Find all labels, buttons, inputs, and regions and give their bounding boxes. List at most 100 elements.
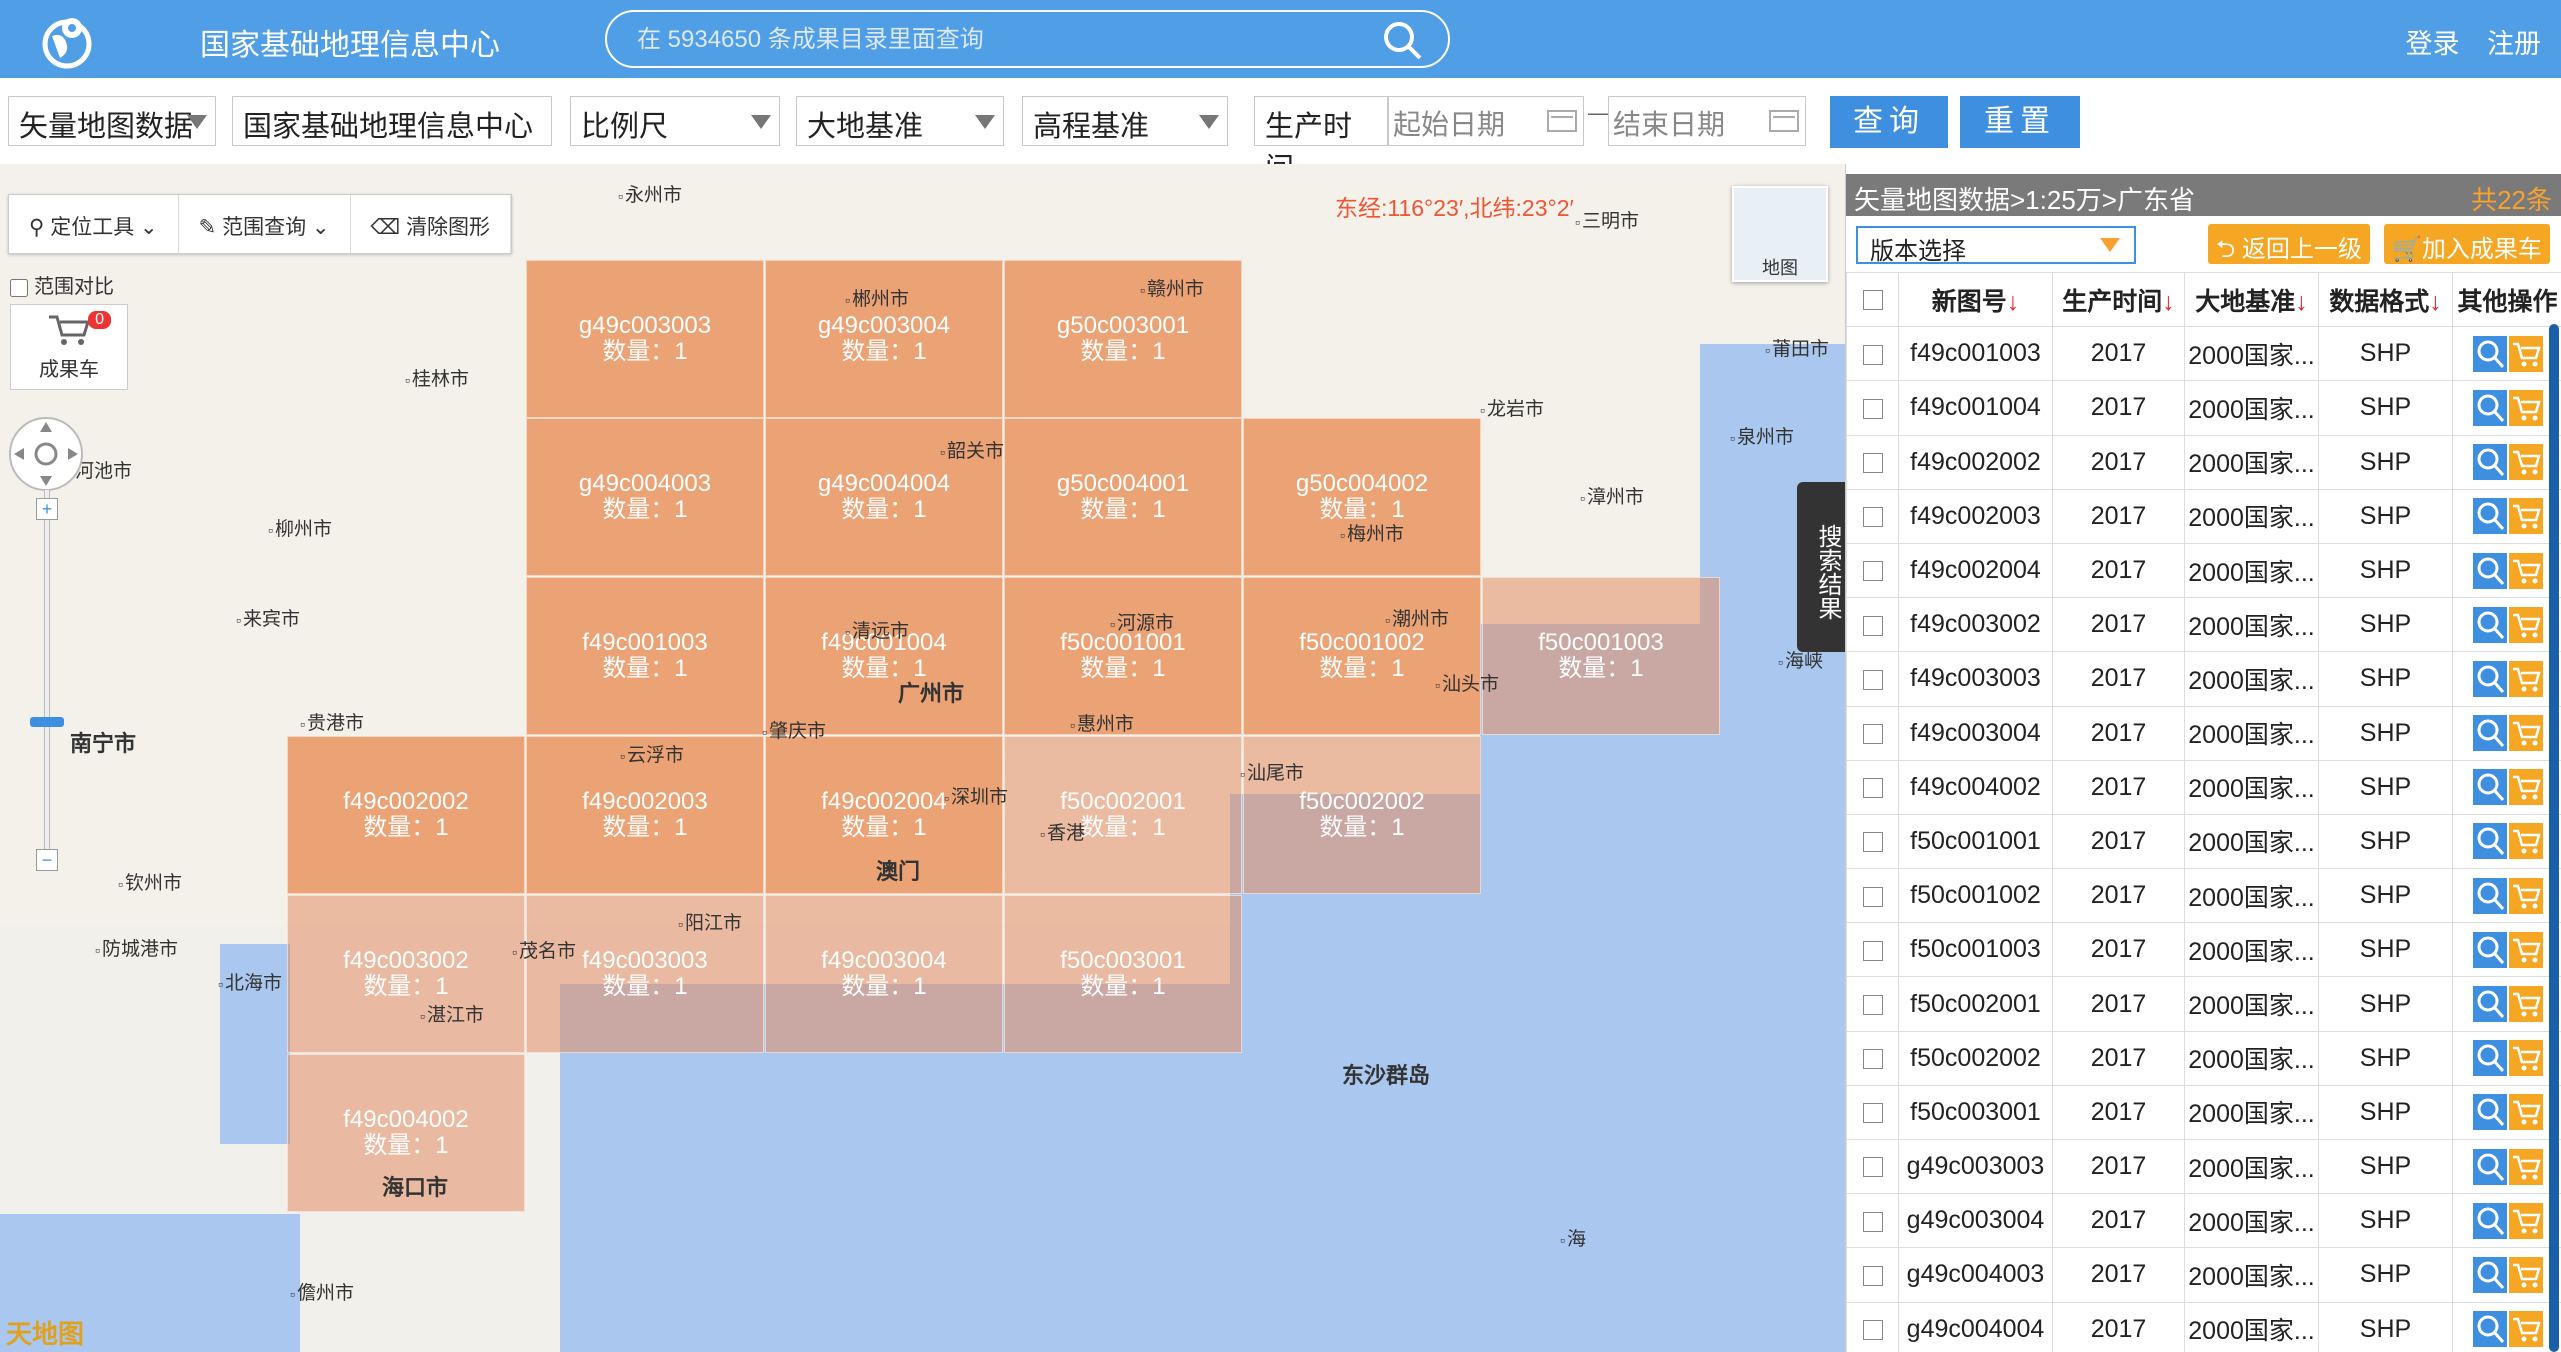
map-tile[interactable]: f49c003004 数量：1 (765, 895, 1003, 1053)
row-checkbox[interactable] (1862, 615, 1883, 636)
data-type-select[interactable]: 矢量地图数据 (8, 96, 216, 146)
zoom-in-icon[interactable]: + (36, 498, 58, 520)
row-checkbox[interactable] (1862, 886, 1883, 907)
row-select-cell[interactable] (1846, 542, 1899, 599)
map-tile[interactable]: f49c003002 数量：1 (287, 895, 525, 1053)
row-select-cell[interactable] (1846, 759, 1899, 815)
table-row[interactable]: f49c003003 2017 2000国家... SHP (1846, 651, 2561, 707)
magnifier-icon[interactable] (2472, 660, 2507, 697)
row-select-cell[interactable] (1846, 705, 1899, 761)
map-tile[interactable]: g50c004002 数量：1 (1243, 418, 1481, 576)
row-select-cell[interactable] (1846, 488, 1899, 544)
magnifier-icon[interactable] (2472, 1148, 2507, 1185)
search-results-tab[interactable]: 搜索结果 (1797, 482, 1845, 652)
row-select-cell[interactable] (1846, 813, 1899, 870)
globe-pin-logo-icon[interactable] (38, 12, 96, 70)
range-compare-checkbox[interactable] (10, 278, 28, 297)
row-checkbox[interactable] (1862, 778, 1883, 799)
row-checkbox[interactable] (1862, 453, 1883, 474)
select-all-cell[interactable] (1846, 271, 1899, 328)
range-query-button[interactable]: ✎ 范围查询 ⌄ (179, 195, 351, 253)
table-row[interactable]: g49c004003 2017 2000国家... SHP (1846, 1247, 2561, 1303)
row-select-cell[interactable] (1846, 922, 1899, 978)
zoom-slider-handle[interactable] (30, 717, 64, 727)
table-row[interactable]: f50c002001 2017 2000国家... SHP (1846, 976, 2561, 1032)
cart-icon[interactable] (2508, 1311, 2543, 1348)
map-tile[interactable]: f49c002002 数量：1 (287, 736, 525, 894)
row-select-cell[interactable] (1846, 434, 1899, 490)
row-select-cell[interactable] (1846, 597, 1899, 653)
geodetic-datum-select[interactable]: 大地基准 (796, 96, 1004, 146)
search-icon[interactable] (1380, 18, 1424, 62)
cart-icon[interactable] (2508, 444, 2543, 481)
row-select-cell[interactable] (1846, 380, 1899, 436)
magnifier-icon[interactable] (2472, 1202, 2507, 1239)
map-viewport[interactable]: g49c003003 数量：1 g49c003004 数量：1 g50c003001… (0, 164, 1845, 1352)
scale-select[interactable]: 比例尺 (570, 96, 780, 146)
elevation-datum-select[interactable]: 高程基准 (1022, 96, 1228, 146)
magnifier-icon[interactable] (2472, 877, 2507, 914)
cart-icon[interactable] (2508, 389, 2543, 426)
table-row[interactable]: g49c003004 2017 2000国家... SHP (1846, 1193, 2561, 1249)
row-select-cell[interactable] (1846, 1030, 1899, 1086)
row-checkbox[interactable] (1862, 832, 1883, 853)
map-tile[interactable]: g49c004003 数量：1 (526, 418, 764, 576)
magnifier-icon[interactable] (2472, 769, 2507, 806)
cart-icon[interactable] (2508, 552, 2543, 589)
table-row[interactable]: f49c003002 2017 2000国家... SHP (1846, 597, 2561, 653)
results-cart-button[interactable]: 0 成果车 (10, 304, 128, 390)
calendar-icon[interactable] (1547, 110, 1577, 132)
map-tile[interactable]: g49c003003 数量：1 (526, 260, 764, 418)
row-select-cell[interactable] (1846, 868, 1899, 924)
table-row[interactable]: f49c003004 2017 2000国家... SHP (1846, 705, 2561, 761)
row-checkbox[interactable] (1862, 344, 1883, 365)
row-select-cell[interactable] (1846, 1193, 1899, 1249)
cart-icon[interactable] (2508, 986, 2543, 1023)
magnifier-icon[interactable] (2472, 1040, 2507, 1077)
cart-icon[interactable] (2508, 1094, 2543, 1131)
start-date-input[interactable]: 起始日期 (1388, 96, 1584, 146)
back-up-button[interactable]: ⮌ 返回上一级 (2208, 224, 2370, 264)
row-checkbox[interactable] (1862, 1049, 1883, 1070)
table-row[interactable]: f49c004002 2017 2000国家... SHP (1846, 759, 2561, 815)
cart-icon[interactable] (2508, 769, 2543, 806)
magnifier-icon[interactable] (2472, 986, 2507, 1023)
map-tile[interactable]: g50c003001 数量：1 (1004, 260, 1242, 418)
column-header-year[interactable]: 生产时间↓ (2052, 271, 2185, 328)
map-tile[interactable]: f49c001004 数量：1 (765, 577, 1003, 735)
basemap-switcher[interactable]: 地图 (1732, 186, 1828, 282)
pan-compass-icon[interactable] (6, 414, 86, 494)
site-title[interactable]: 国家基础地理信息中心 (200, 20, 500, 64)
row-select-cell[interactable] (1846, 1301, 1899, 1352)
row-select-cell[interactable] (1846, 1084, 1899, 1141)
zoom-out-icon[interactable]: − (36, 849, 58, 871)
row-select-cell[interactable] (1846, 976, 1899, 1032)
row-checkbox[interactable] (1862, 1265, 1883, 1286)
version-select[interactable]: 版本选择 (1856, 226, 2136, 265)
table-row[interactable]: g49c003003 2017 2000国家... SHP (1846, 1138, 2561, 1195)
magnifier-icon[interactable] (2472, 498, 2507, 535)
row-checkbox[interactable] (1862, 940, 1883, 961)
row-checkbox[interactable] (1862, 561, 1883, 582)
row-select-cell[interactable] (1846, 1138, 1899, 1195)
clear-shapes-button[interactable]: ⌫ 清除图形 (351, 195, 512, 253)
row-select-cell[interactable] (1846, 326, 1899, 382)
query-button[interactable]: 查询 (1830, 96, 1948, 148)
map-tile[interactable]: g50c004001 数量：1 (1004, 418, 1242, 576)
table-row[interactable]: f49c002004 2017 2000国家... SHP (1846, 542, 2561, 599)
row-checkbox[interactable] (1862, 1157, 1883, 1178)
row-checkbox[interactable] (1862, 398, 1883, 419)
magnifier-icon[interactable] (2472, 389, 2507, 426)
register-link[interactable]: 注册 (2487, 29, 2541, 59)
cart-icon[interactable] (2508, 498, 2543, 535)
cart-icon[interactable] (2508, 335, 2543, 372)
column-header-code[interactable]: 新图号↓ (1898, 271, 2053, 328)
cart-icon[interactable] (2508, 1256, 2543, 1293)
login-link[interactable]: 登录 (2405, 29, 2459, 59)
map-tile[interactable]: f49c001003 数量：1 (526, 577, 764, 735)
column-header-datum[interactable]: 大地基准↓ (2184, 271, 2319, 328)
magnifier-icon[interactable] (2472, 1256, 2507, 1293)
column-header-format[interactable]: 数据格式↓ (2318, 271, 2453, 328)
cart-icon[interactable] (2508, 606, 2543, 643)
row-checkbox[interactable] (1862, 994, 1883, 1015)
